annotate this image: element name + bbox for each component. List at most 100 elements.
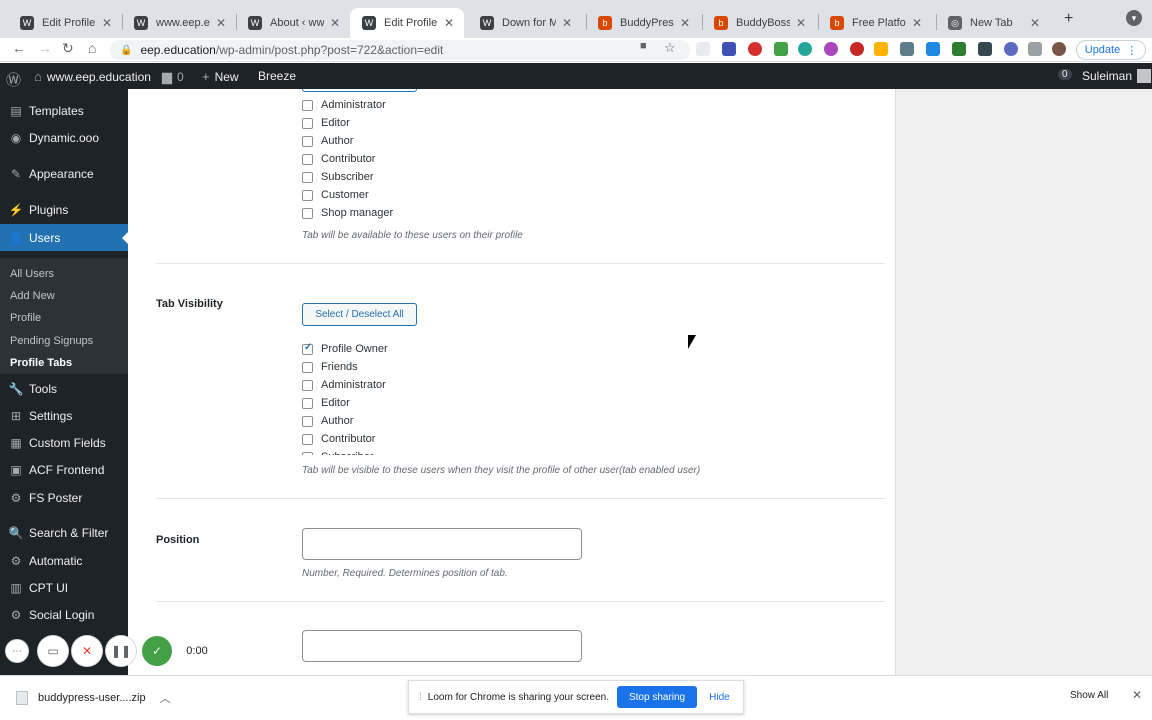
- browser-tab[interactable]: Wwww.eep.educ ✕: [122, 8, 236, 38]
- user-account-link[interactable]: Suleiman: [1082, 69, 1152, 83]
- close-tab-icon[interactable]: ✕: [214, 16, 228, 30]
- close-tab-icon[interactable]: ✕: [100, 16, 114, 30]
- menu-item-settings[interactable]: ⊞ Settings: [0, 402, 128, 429]
- position-input[interactable]: [302, 528, 582, 560]
- checkbox[interactable]: [302, 451, 313, 455]
- menu-item-custom-fields[interactable]: ▦ Custom Fields: [0, 429, 128, 456]
- submenu-all-users[interactable]: All Users: [10, 268, 54, 280]
- close-tab-icon[interactable]: ✕: [328, 16, 342, 30]
- loom-camera-icon[interactable]: ▭: [38, 636, 68, 666]
- checkbox[interactable]: [302, 361, 313, 373]
- checkbox[interactable]: [302, 415, 313, 427]
- close-tab-icon[interactable]: ✕: [1028, 16, 1042, 30]
- loom-done-icon[interactable]: ✓: [142, 636, 172, 666]
- checkbox[interactable]: [302, 171, 313, 183]
- download-item[interactable]: buddypress-user....zip ︿: [16, 690, 171, 706]
- available-role-row[interactable]: Shop manager: [302, 207, 393, 219]
- submenu-pending-signups[interactable]: Pending Signups: [10, 335, 93, 347]
- reader-icon[interactable]: [696, 42, 710, 56]
- home-icon[interactable]: ⌂: [88, 40, 96, 56]
- available-role-row[interactable]: Author: [302, 135, 353, 147]
- breeze-link[interactable]: Breeze: [258, 69, 296, 83]
- stop-sharing-button[interactable]: Stop sharing: [616, 686, 698, 708]
- menu-item-social-login[interactable]: ⚙ Social Login: [0, 601, 128, 628]
- checkbox[interactable]: [302, 379, 313, 391]
- chevron-up-icon[interactable]: ︿: [160, 690, 171, 706]
- available-role-row[interactable]: Customer: [302, 189, 369, 201]
- browser-tab[interactable]: W Edit Profile Tab ✕: [8, 8, 122, 38]
- extension-badge-icon[interactable]: [722, 42, 736, 56]
- checkbox[interactable]: [302, 117, 313, 129]
- loom-more-icon[interactable]: ⋯: [6, 640, 28, 662]
- close-download-shelf-icon[interactable]: ✕: [1132, 688, 1142, 702]
- visibility-checkbox-list[interactable]: Profile Owner Friends Administrator Editor A…: [302, 331, 432, 455]
- menu-item-search-filter[interactable]: 🔍 Search & Filter: [0, 519, 128, 546]
- visibility-option-row[interactable]: Friends: [302, 361, 358, 373]
- browser-tab[interactable]: b BuddyPress U ✕: [586, 8, 700, 38]
- address-bar[interactable]: 🔒 eep.education/wp-admin/post.php?post=7…: [110, 40, 690, 60]
- checkbox[interactable]: [302, 189, 313, 201]
- menu-item-users[interactable]: 👤 Users: [0, 224, 128, 251]
- extension-hand-icon[interactable]: [874, 42, 888, 56]
- reload-icon[interactable]: ↻: [62, 40, 74, 57]
- new-tab-button[interactable]: +: [1064, 10, 1073, 28]
- browser-tab[interactable]: W Down for Main ✕: [468, 8, 582, 38]
- extension-puzzle-blue-icon[interactable]: [926, 42, 940, 56]
- checkbox[interactable]: [302, 342, 313, 355]
- menu-item-acf-frontend[interactable]: ▣ ACF Frontend: [0, 456, 128, 483]
- close-tab-icon[interactable]: ✕: [560, 16, 574, 30]
- menu-item-fs-poster[interactable]: ⚙ FS Poster: [0, 484, 128, 511]
- menu-item-automatic[interactable]: ⚙ Automatic: [0, 547, 128, 574]
- browser-tab[interactable]: b Free Platform ✕: [818, 8, 932, 38]
- close-tab-icon[interactable]: ✕: [794, 16, 808, 30]
- extension-face-icon[interactable]: [850, 42, 864, 56]
- extension-chat-icon[interactable]: [952, 42, 966, 56]
- forward-icon[interactable]: →: [38, 40, 52, 56]
- loom-cancel-icon[interactable]: ✕: [72, 636, 102, 666]
- bookmark-star-icon[interactable]: ☆: [664, 40, 676, 56]
- visibility-option-row[interactable]: Author: [302, 415, 353, 427]
- submenu-add-new[interactable]: Add New: [10, 290, 55, 302]
- select-deselect-all-button[interactable]: Select / Deselect All: [302, 303, 417, 326]
- visibility-option-row[interactable]: Subscriber: [302, 451, 374, 455]
- drag-handle-icon[interactable]: ⁞: [419, 692, 422, 703]
- menu-item-dynamic-ooo[interactable]: ◉ Dynamic.ooo: [0, 124, 128, 151]
- extension-red-icon[interactable]: [748, 42, 762, 56]
- menu-item-cpt-ui[interactable]: ▥ CPT UI: [0, 574, 128, 601]
- extension-green-icon[interactable]: [774, 42, 788, 56]
- back-icon[interactable]: ←: [12, 40, 26, 56]
- visibility-option-row[interactable]: Contributor: [302, 433, 375, 445]
- profile-avatar-icon[interactable]: [1052, 42, 1066, 56]
- camera-icon[interactable]: ■: [640, 40, 647, 52]
- available-role-row[interactable]: Editor: [302, 117, 350, 129]
- submenu-profile[interactable]: Profile: [10, 312, 41, 324]
- extension-circle-icon[interactable]: [1004, 42, 1018, 56]
- browser-tab[interactable]: ◎ New Tab ✕: [936, 8, 1050, 38]
- menu-item-appearance[interactable]: ✎ Appearance: [0, 160, 128, 187]
- loom-pause-icon[interactable]: ❚❚: [106, 636, 136, 666]
- new-content-link[interactable]: + New: [202, 69, 239, 84]
- checkbox[interactable]: [302, 135, 313, 147]
- submenu-profile-tabs[interactable]: Profile Tabs: [10, 357, 72, 369]
- extension-dark-icon[interactable]: [978, 42, 992, 56]
- browser-tab[interactable]: b BuddyBoss – ✕: [702, 8, 816, 38]
- notification-badge[interactable]: 0: [1058, 69, 1072, 80]
- close-tab-icon[interactable]: ✕: [442, 16, 456, 30]
- browser-tab[interactable]: W About ‹ www.e ✕: [236, 8, 350, 38]
- checkbox[interactable]: [302, 207, 313, 219]
- close-tab-icon[interactable]: ✕: [678, 16, 692, 30]
- available-role-row[interactable]: Administrator: [302, 99, 386, 111]
- chrome-update-button[interactable]: Update ⋮: [1076, 40, 1146, 60]
- visibility-option-row[interactable]: Profile Owner: [302, 342, 388, 355]
- checkbox[interactable]: [302, 397, 313, 409]
- menu-item-tools[interactable]: 🔧 Tools: [0, 375, 128, 402]
- extension-chart-icon[interactable]: [900, 42, 914, 56]
- tab-url-input[interactable]: [302, 630, 582, 662]
- visibility-option-row[interactable]: Editor: [302, 397, 350, 409]
- available-role-row[interactable]: Subscriber: [302, 171, 374, 183]
- browser-tab[interactable]: W Edit Profile Tab ✕: [350, 8, 464, 38]
- hide-sharing-bar-button[interactable]: Hide: [709, 692, 730, 703]
- checkbox[interactable]: [302, 433, 313, 445]
- comments-link[interactable]: ▆ 0: [162, 69, 184, 85]
- wordpress-logo-icon[interactable]: Ⓦ: [6, 69, 21, 90]
